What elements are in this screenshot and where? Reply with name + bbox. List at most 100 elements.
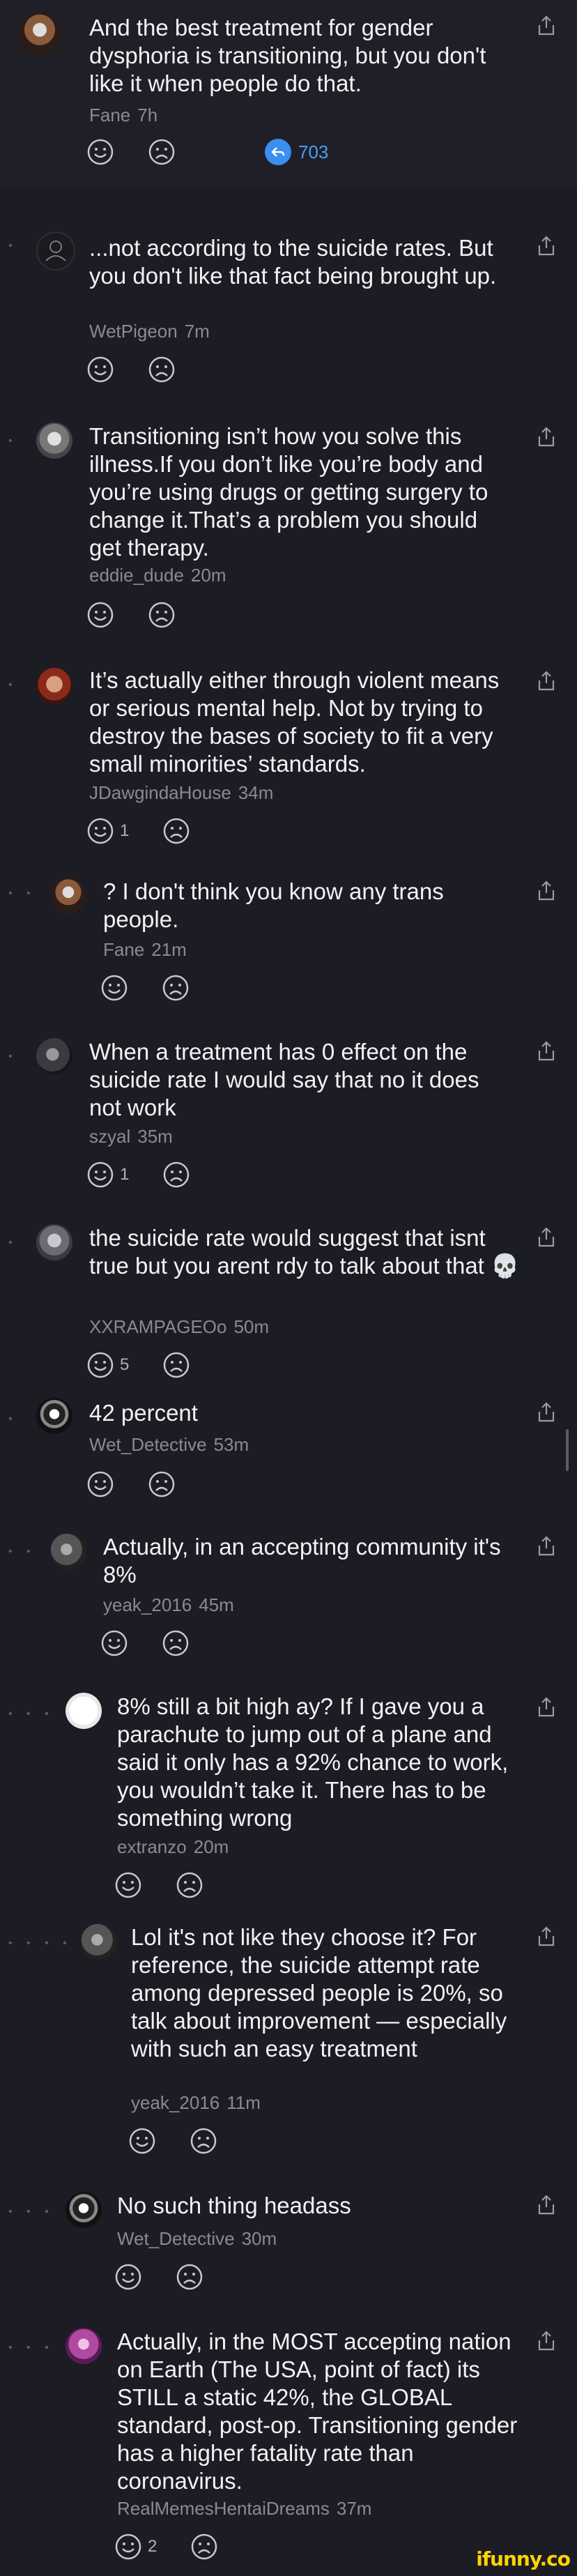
comment-username[interactable]: yeak_2016: [131, 2092, 220, 2113]
comment-meta[interactable]: Wet_Detective 30m: [117, 2228, 277, 2250]
comment-username[interactable]: eddie_dude: [89, 565, 184, 586]
share-icon[interactable]: [537, 671, 556, 692]
comment-meta[interactable]: JDawgindaHouse 34m: [89, 782, 273, 804]
thread-depth-indicator: •: [8, 240, 18, 252]
comment-username[interactable]: Wet_Detective: [89, 1434, 207, 1455]
comment-meta[interactable]: szyal 35m: [89, 1126, 173, 1148]
comment-username[interactable]: WetPigeon: [89, 321, 178, 342]
comment-username[interactable]: Fane: [89, 105, 130, 125]
smile-vote-button[interactable]: 2: [114, 2533, 157, 2561]
comment-username[interactable]: RealMemesHentaiDreams: [117, 2498, 330, 2519]
comment-actions: [100, 974, 223, 1002]
share-icon[interactable]: [537, 427, 556, 448]
smile-vote-button[interactable]: 1: [86, 817, 129, 845]
thread-depth-indicator: •: [8, 679, 18, 691]
frown-vote-button[interactable]: [176, 2263, 203, 2291]
share-icon[interactable]: [537, 2331, 556, 2352]
thread-depth-indicator: •: [8, 1051, 18, 1062]
smile-vote-button[interactable]: [86, 356, 114, 383]
frown-vote-button[interactable]: [162, 1161, 190, 1189]
avatar[interactable]: [66, 1693, 102, 1729]
avatar[interactable]: [50, 1533, 86, 1569]
comment-username[interactable]: extranzo: [117, 1836, 187, 1857]
smile-vote-button[interactable]: [114, 2263, 142, 2291]
avatar[interactable]: [36, 1398, 72, 1434]
smile-vote-button[interactable]: [100, 1629, 128, 1657]
comment-meta[interactable]: yeak_2016 11m: [131, 2092, 261, 2114]
comment-meta[interactable]: Fane 21m: [103, 939, 187, 961]
thread-depth-indicator: •: [8, 435, 18, 447]
smile-vote-button[interactable]: [100, 974, 128, 1002]
frown-icon: [148, 602, 175, 628]
comment-username[interactable]: Wet_Detective: [117, 2228, 235, 2249]
comment-meta[interactable]: Wet_Detective 53m: [89, 1434, 249, 1456]
thread-depth-indicator: • •: [8, 1546, 36, 1557]
frown-vote-button[interactable]: [190, 2127, 217, 2155]
thread-depth-indicator: • • •: [8, 2206, 54, 2218]
comment-meta[interactable]: XXRAMPAGEOo 50m: [89, 1316, 269, 1338]
comment-text: Actually, in the MOST accepting nation o…: [117, 2329, 518, 2494]
frown-vote-button[interactable]: [162, 817, 190, 845]
share-icon[interactable]: [537, 1926, 556, 1947]
comment-actions: [86, 1470, 209, 1498]
avatar[interactable]: [36, 1224, 72, 1260]
frown-icon: [190, 2128, 217, 2154]
avatar[interactable]: [66, 2192, 102, 2228]
share-icon[interactable]: [537, 1402, 556, 1423]
avatar[interactable]: [36, 231, 75, 270]
smile-vote-button[interactable]: [86, 138, 114, 166]
thread-depth-indicator: • • •: [8, 2342, 54, 2354]
smile-vote-button[interactable]: [128, 2127, 156, 2155]
comment-meta[interactable]: extranzo 20m: [117, 1836, 229, 1858]
comment-time: 53m: [213, 1434, 249, 1455]
avatar[interactable]: [18, 13, 61, 56]
frown-vote-button[interactable]: [148, 601, 176, 629]
frown-vote-button[interactable]: [148, 1470, 176, 1498]
frown-icon: [176, 2264, 203, 2290]
comment-username[interactable]: JDawgindaHouse: [89, 782, 231, 803]
frown-vote-button[interactable]: [148, 138, 176, 166]
comment-meta[interactable]: Fane 7h: [89, 105, 157, 126]
smile-vote-button[interactable]: 5: [86, 1351, 129, 1379]
upvote-count: 1: [120, 821, 130, 840]
comment-text: Transitioning isn’t how you solve this i…: [89, 423, 488, 561]
comment-meta[interactable]: RealMemesHentaiDreams 37m: [117, 2498, 371, 2520]
frown-vote-button[interactable]: [176, 1871, 203, 1899]
share-icon[interactable]: [537, 1697, 556, 1718]
comment-username[interactable]: szyal: [89, 1126, 130, 1147]
comment-username[interactable]: yeak_2016: [103, 1594, 192, 1615]
frown-vote-button[interactable]: [162, 974, 190, 1002]
smile-vote-button[interactable]: [86, 1470, 114, 1498]
scrollbar[interactable]: [566, 1429, 569, 1471]
avatar[interactable]: [36, 1038, 72, 1074]
share-icon[interactable]: [537, 2195, 556, 2216]
comment-meta[interactable]: yeak_2016 45m: [103, 1594, 234, 1616]
comment-meta[interactable]: WetPigeon 7m: [89, 321, 210, 342]
share-icon[interactable]: [537, 15, 556, 36]
comment-actions: [128, 2127, 251, 2155]
frown-vote-button[interactable]: [148, 356, 176, 383]
avatar[interactable]: [36, 422, 72, 459]
smile-vote-button[interactable]: 1: [86, 1161, 129, 1189]
comment-time: 37m: [336, 2498, 372, 2519]
smile-vote-button[interactable]: [114, 1871, 142, 1899]
comment-meta[interactable]: eddie_dude 20m: [89, 565, 226, 586]
smile-vote-button[interactable]: [86, 601, 114, 629]
comment-username[interactable]: Fane: [103, 939, 144, 960]
avatar[interactable]: [66, 2328, 102, 2364]
frown-vote-button[interactable]: [162, 1629, 190, 1657]
share-icon[interactable]: [537, 1227, 556, 1248]
thread-depth-indicator: • • •: [8, 1708, 54, 1720]
avatar[interactable]: [36, 668, 72, 704]
comment-actions: 1: [86, 1161, 224, 1189]
avatar[interactable]: [50, 878, 86, 914]
comment-username[interactable]: XXRAMPAGEOo: [89, 1316, 226, 1337]
share-icon[interactable]: [537, 1041, 556, 1062]
frown-vote-button[interactable]: [190, 2533, 218, 2561]
replies-badge[interactable]: 703: [265, 139, 328, 165]
share-icon[interactable]: [537, 236, 556, 257]
avatar[interactable]: [81, 1923, 117, 1960]
share-icon[interactable]: [537, 1536, 556, 1557]
share-icon[interactable]: [537, 881, 556, 901]
frown-vote-button[interactable]: [162, 1351, 190, 1379]
